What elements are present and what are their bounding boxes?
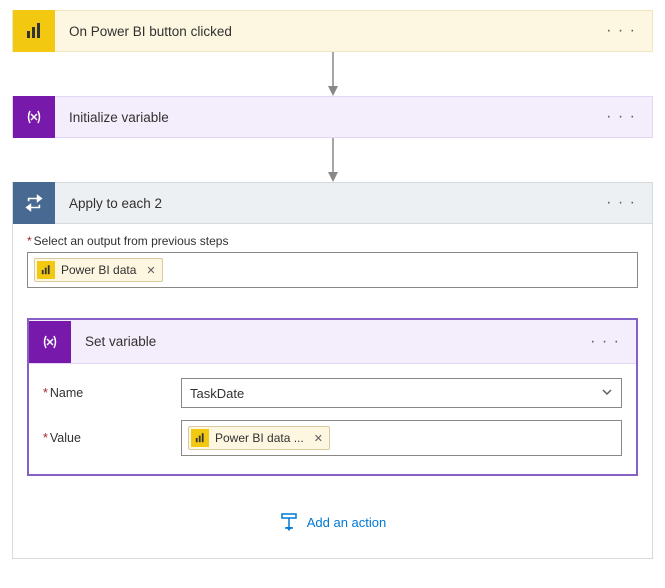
add-action-label: Add an action xyxy=(307,515,387,530)
loop-body: *Select an output from previous steps Po… xyxy=(12,224,653,559)
token-label: Power BI data ... xyxy=(215,431,304,445)
powerbi-icon xyxy=(191,429,209,447)
powerbi-icon xyxy=(13,10,55,52)
value-input[interactable]: Power BI data ... ✕ xyxy=(181,420,622,456)
add-action-button[interactable]: Add an action xyxy=(27,512,638,532)
name-value: TaskDate xyxy=(190,386,244,401)
connector-arrow xyxy=(12,52,653,96)
remove-token-icon[interactable]: ✕ xyxy=(146,264,155,277)
powerbi-data-token[interactable]: Power BI data ✕ xyxy=(34,258,163,282)
set-title: Set variable xyxy=(71,334,574,349)
set-variable-card: Set variable · · · *Name TaskDate *Value xyxy=(27,318,638,476)
powerbi-data-token[interactable]: Power BI data ... ✕ xyxy=(188,426,330,450)
trigger-step[interactable]: On Power BI button clicked · · · xyxy=(12,10,653,52)
more-menu[interactable]: · · · xyxy=(590,108,652,126)
more-menu[interactable]: · · · xyxy=(574,333,636,351)
more-menu[interactable]: · · · xyxy=(590,22,652,40)
more-menu[interactable]: · · · xyxy=(590,194,652,212)
token-label: Power BI data xyxy=(61,263,136,277)
initialize-step[interactable]: Initialize variable · · · xyxy=(12,96,653,138)
chevron-down-icon xyxy=(601,386,613,401)
connector-arrow xyxy=(12,138,653,182)
remove-token-icon[interactable]: ✕ xyxy=(314,432,323,445)
value-label: *Value xyxy=(43,431,173,445)
output-label: *Select an output from previous steps xyxy=(27,234,638,248)
loop-step[interactable]: Apply to each 2 · · · xyxy=(12,182,653,224)
name-select[interactable]: TaskDate xyxy=(181,378,622,408)
trigger-title: On Power BI button clicked xyxy=(55,24,590,39)
variable-icon xyxy=(13,96,55,138)
output-input[interactable]: Power BI data ✕ xyxy=(27,252,638,288)
init-title: Initialize variable xyxy=(55,110,590,125)
add-step-icon xyxy=(279,512,299,532)
set-variable-header[interactable]: Set variable · · · xyxy=(29,320,636,364)
loop-icon xyxy=(13,182,55,224)
variable-icon xyxy=(29,321,71,363)
loop-title: Apply to each 2 xyxy=(55,196,590,211)
powerbi-icon xyxy=(37,261,55,279)
name-label: *Name xyxy=(43,386,173,400)
